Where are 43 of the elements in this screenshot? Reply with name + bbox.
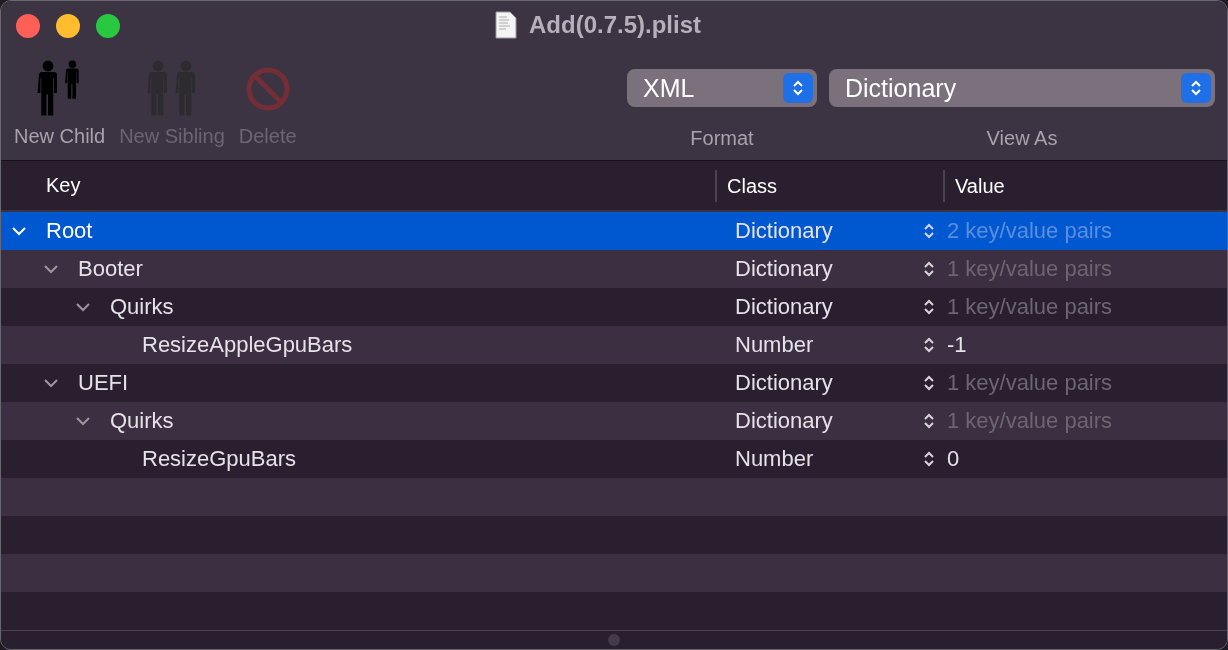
- key-text: UEFI: [78, 370, 129, 396]
- minimize-button[interactable]: [56, 14, 80, 38]
- window-title: Add(0.7.5).plist: [529, 11, 702, 39]
- value-text: 0: [947, 446, 960, 472]
- value-text: 1 key/value pairs: [947, 294, 1113, 320]
- column-header[interactable]: Class: [715, 169, 943, 202]
- class-text: Dictionary: [735, 370, 833, 396]
- value-text: -1: [947, 332, 967, 358]
- stepper-icon: [1181, 73, 1211, 103]
- class-text: Dictionary: [735, 256, 833, 282]
- table-row[interactable]: Root Dictionary 2 key/value pairs: [1, 212, 1227, 250]
- stepper-icon[interactable]: [923, 259, 935, 279]
- close-button[interactable]: [16, 14, 40, 38]
- class-text: Number: [735, 332, 814, 358]
- stepper-icon[interactable]: [923, 449, 935, 469]
- key-text: Quirks: [110, 294, 174, 320]
- stepper-icon: [783, 73, 813, 103]
- class-text: Dictionary: [735, 294, 833, 320]
- popup-label: View As: [986, 127, 1058, 150]
- value-text: 2 key/value pairs: [947, 218, 1113, 244]
- popup-button[interactable]: XML: [627, 69, 817, 107]
- class-text: Dictionary: [735, 218, 833, 244]
- zoom-button[interactable]: [96, 14, 120, 38]
- key-text: ResizeGpuBars: [142, 446, 297, 472]
- key-text: Booter: [78, 256, 143, 282]
- stepper-icon[interactable]: [923, 373, 935, 393]
- key-text: ResizeAppleGpuBars: [142, 332, 353, 358]
- class-text: Number: [735, 446, 814, 472]
- stepper-icon[interactable]: [923, 411, 935, 431]
- key-text: Root: [46, 218, 93, 244]
- popup-button[interactable]: Dictionary: [829, 69, 1215, 107]
- document-icon: [495, 11, 517, 39]
- column-header[interactable]: Value: [943, 169, 1227, 202]
- table-row[interactable]: ResizeAppleGpuBars Number -1: [1, 326, 1227, 364]
- resize-handle[interactable]: [608, 634, 620, 646]
- value-text: 1 key/value pairs: [947, 370, 1113, 396]
- key-text: Quirks: [110, 408, 174, 434]
- column-header[interactable]: Key: [1, 174, 715, 197]
- stepper-icon[interactable]: [923, 335, 935, 355]
- toolbar-button[interactable]: New Child: [14, 125, 106, 148]
- stepper-icon[interactable]: [923, 297, 935, 317]
- popup-label: Format: [690, 127, 754, 150]
- class-text: Dictionary: [735, 408, 833, 434]
